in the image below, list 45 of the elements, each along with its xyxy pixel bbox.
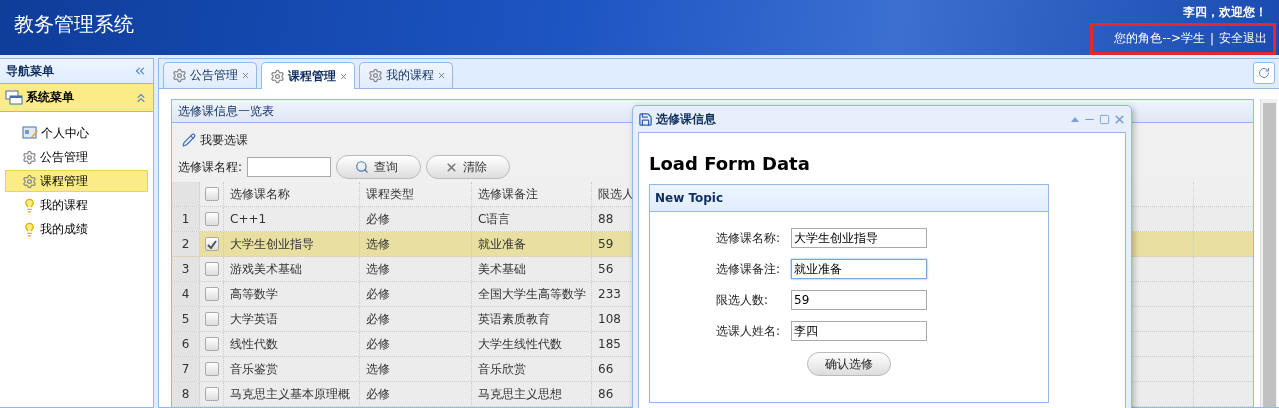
- panel-title: 选修课信息一览表: [178, 102, 274, 120]
- table-cell: 马克思主义基本原理概: [224, 382, 360, 406]
- table-cell: 英语素质教育: [472, 307, 592, 331]
- row-number: 2: [172, 232, 200, 256]
- table-cell: 大学生创业指导: [224, 232, 360, 256]
- form-panel-title: New Topic: [655, 191, 724, 205]
- table-cell: 选修: [360, 257, 472, 281]
- table-cell: 必修: [360, 307, 472, 331]
- table-cell: 美术基础: [472, 257, 592, 281]
- dialog-title: 选修课信息: [656, 110, 717, 128]
- row-number: 4: [172, 282, 200, 306]
- search-label: 选修课名程:: [178, 158, 243, 176]
- row-number: 1: [172, 207, 200, 231]
- table-cell: 选修: [360, 357, 472, 381]
- table-cell: 必修: [360, 282, 472, 306]
- row-number: 7: [172, 357, 200, 381]
- row-number: 8: [172, 382, 200, 406]
- welcome-text: 李四，欢迎您！: [1183, 4, 1267, 21]
- row-number: 3: [172, 257, 200, 281]
- row-number: 6: [172, 332, 200, 356]
- table-cell: 马克思主义思想: [472, 382, 592, 406]
- table-cell: C++1: [224, 207, 360, 231]
- app-title: 教务管理系统: [14, 11, 134, 38]
- table-cell: 必修: [360, 207, 472, 231]
- section-label: 系统菜单: [26, 89, 75, 106]
- table-cell: 高等数学: [224, 282, 360, 306]
- table-cell: 选修: [360, 232, 472, 256]
- form-heading: Load Form Data: [649, 153, 811, 174]
- table-cell: 全国大学生高等数学: [472, 282, 592, 306]
- table-cell: 游戏美术基础: [224, 257, 360, 281]
- table-cell: 大学生线性代数: [472, 332, 592, 356]
- table-cell: 就业准备: [472, 232, 592, 256]
- table-cell: 线性代数: [224, 332, 360, 356]
- table-cell: 必修: [360, 332, 472, 356]
- table-cell: 大学英语: [224, 307, 360, 331]
- row-number: 5: [172, 307, 200, 331]
- table-cell: C语言: [472, 207, 592, 231]
- separator: |: [1209, 31, 1214, 46]
- table-cell: 音乐欣赏: [472, 357, 592, 381]
- sidebar-title: 导航菜单: [6, 62, 54, 80]
- table-cell: 必修: [360, 382, 472, 406]
- table-cell: 音乐鉴赏: [224, 357, 360, 381]
- field-label: 选修课名称:: [716, 229, 782, 247]
- field-label: 选修课备注:: [716, 260, 782, 278]
- field-label: 限选人数:: [716, 291, 770, 309]
